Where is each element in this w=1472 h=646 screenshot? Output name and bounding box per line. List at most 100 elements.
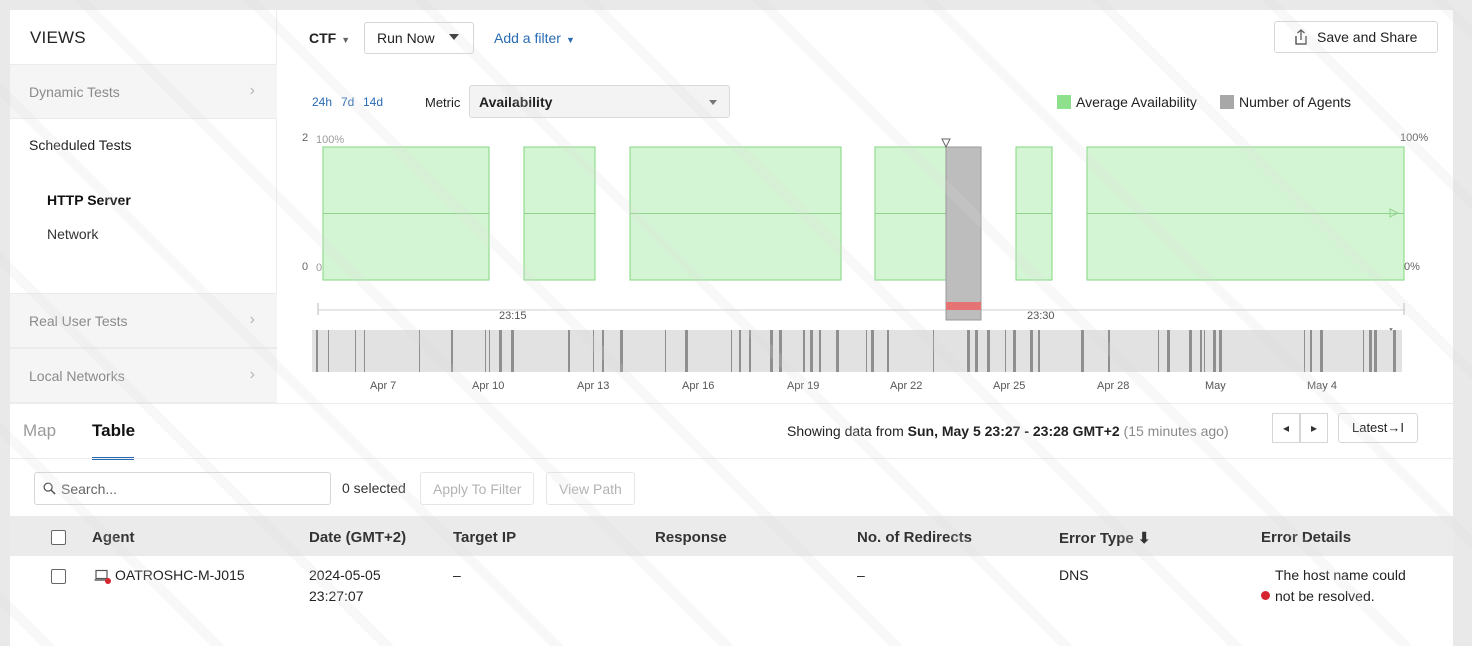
tab-map[interactable]: Map [23,421,56,441]
range-14d-link[interactable]: 14d [363,95,383,109]
overview-date-label: Apr 10 [472,380,505,392]
row-redirects: – [857,567,865,583]
overview-tick [1204,330,1205,372]
showing-data-text: Showing data from Sun, May 5 23:27 - 23:… [787,423,1229,439]
availability-timeline-chart[interactable] [310,125,1405,325]
overview-tick [975,330,978,372]
column-target-ip[interactable]: Target IP [453,529,516,546]
share-icon [1295,29,1307,45]
legend-swatch [1057,95,1071,109]
overview-tick [355,330,356,372]
range-7d-link[interactable]: 7d [341,95,354,109]
sidebar-item-local-networks[interactable]: Local Networks › [10,348,277,403]
column-redirects[interactable]: No. of Redirects [857,529,972,546]
legend-label: Average Availability [1076,94,1197,110]
column-response[interactable]: Response [655,529,727,546]
sidebar-item-dynamic-tests[interactable]: Dynamic Tests › [10,64,277,119]
account-dropdown[interactable]: CTF ▼ [309,30,350,46]
toolbar-divider [10,458,1453,459]
run-now-button[interactable]: Run Now [364,22,474,54]
overview-tick [1200,330,1202,372]
caret-down-icon [709,100,717,105]
overview-date-label: Apr 22 [890,380,923,392]
overview-tick [316,330,318,372]
add-filter-label: Add a filter [494,30,561,46]
overview-tick [1158,330,1159,372]
search-field[interactable] [34,472,331,505]
table-header [10,516,1453,556]
column-error-details[interactable]: Error Details [1261,529,1351,546]
sidebar-item-real-user-tests[interactable]: Real User Tests › [10,293,277,348]
overview-tick [1304,330,1305,372]
overview-tick [749,330,751,372]
add-filter-link[interactable]: Add a filter ▼ [494,30,575,46]
row-checkbox[interactable] [51,569,66,584]
tab-table[interactable]: Table [92,421,135,441]
showing-ago: (15 minutes ago) [1119,423,1229,439]
column-agent[interactable]: Agent [92,529,135,546]
overview-tick [819,330,821,372]
overview-tick [987,330,990,372]
overview-tick [803,330,805,372]
previous-round-button[interactable]: ◂ [1272,413,1300,443]
agent-name[interactable]: OATROSHC-M-J015 [115,565,245,586]
search-input[interactable] [61,479,321,499]
row-error-type: DNS [1059,567,1089,583]
overview-tick [1167,330,1170,372]
overview-tick [451,330,453,372]
overview-tick [364,330,365,372]
overview-tick [933,330,934,372]
search-icon [43,482,56,495]
row-error-details-line2: not be resolved. [1275,588,1375,604]
metric-select[interactable]: Availability [469,85,730,118]
error-indicator [946,302,981,310]
metric-value: Availability [479,94,553,110]
overview-tick [1108,330,1110,372]
latest-button[interactable]: Latest→I [1338,413,1418,443]
overview-date-label: Apr 28 [1097,380,1130,392]
selection-marker-icon [941,138,951,149]
chevron-right-icon: › [249,311,255,328]
overview-tick [593,330,594,372]
sidebar-item-label: Local Networks [29,368,125,384]
overview-tick [1393,330,1396,372]
overview-background [312,330,1402,372]
apply-to-filter-button[interactable]: Apply To Filter [420,472,535,505]
legend-number-of-agents: Number of Agents [1220,94,1351,110]
overview-tick [1005,330,1006,372]
overview-tick [1374,330,1377,372]
save-and-share-button[interactable]: Save and Share [1274,21,1438,53]
overview-tick [685,330,688,372]
range-24h-link[interactable]: 24h [312,95,332,109]
overview-tick [485,330,486,372]
overview-tick [1081,330,1084,372]
sidebar-item-network[interactable]: Network [47,226,98,242]
overview-marker-icon [1389,328,1393,332]
overview-date-label: Apr 25 [993,380,1026,392]
selected-count: 0 selected [342,480,406,496]
overview-tick [1310,330,1312,372]
view-path-button[interactable]: View Path [546,472,635,505]
sidebar-item-label: Real User Tests [29,313,128,329]
overview-tick [665,330,666,372]
metric-label: Metric [425,95,461,110]
column-date[interactable]: Date (GMT+2) [309,529,406,546]
sidebar-item-scheduled-tests[interactable]: Scheduled Tests [29,137,131,153]
sidebar-item-label: Dynamic Tests [29,84,120,100]
overview-date-label: May [1205,380,1226,392]
select-all-checkbox[interactable] [51,530,66,545]
overview-tick [887,330,889,372]
account-label: CTF [309,30,337,46]
overview-tick [779,330,782,372]
next-round-button[interactable]: ▸ [1300,413,1328,443]
column-error-type[interactable]: Error Type ⬇ [1059,529,1150,547]
row-target-ip: – [453,567,461,583]
sidebar-item-http-server[interactable]: HTTP Server [47,192,131,208]
app-frame: VIEWS Dynamic Tests › Scheduled Tests HT… [10,10,1453,646]
overview-date-label: Apr 7 [370,380,397,392]
right-axis-min: 0% [1404,261,1420,273]
overview-tick [1219,330,1222,372]
overview-tick [499,330,502,372]
left-axis-max: 2 [302,132,309,144]
overview-tick [967,330,970,372]
